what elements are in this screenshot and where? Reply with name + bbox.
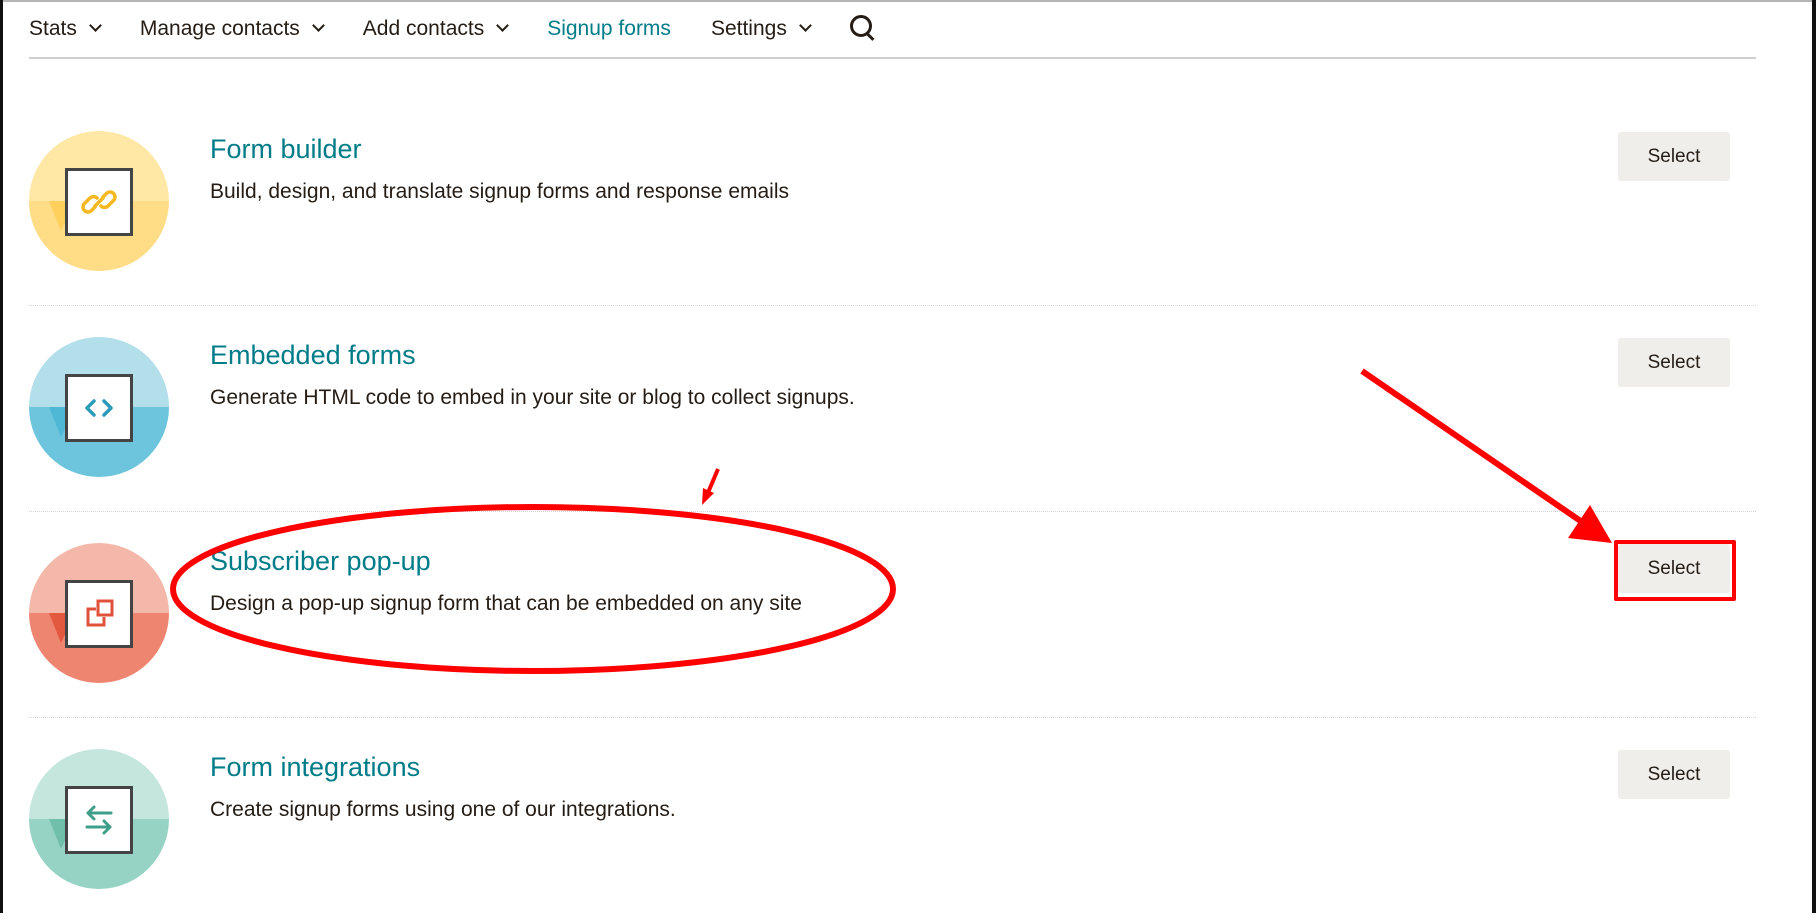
nav-item-label: Add contacts bbox=[362, 16, 485, 40]
nav-item-add-contacts[interactable]: Add contacts bbox=[362, 16, 510, 41]
nav-item-stats[interactable]: Stats bbox=[29, 16, 102, 41]
nav-item-label: Settings bbox=[710, 16, 787, 40]
top-navigation: Stats Manage contacts Add contacts Signu… bbox=[29, 0, 1756, 59]
nav-item-settings[interactable]: Settings bbox=[710, 16, 812, 41]
form-description: Build, design, and translate signup form… bbox=[210, 180, 789, 203]
embedded-forms-illustration bbox=[29, 337, 169, 477]
nav-item-label: Manage contacts bbox=[139, 16, 300, 40]
chevron-down-icon bbox=[496, 19, 510, 32]
select-button[interactable]: Select bbox=[1618, 544, 1730, 593]
nav-item-label: Stats bbox=[29, 16, 77, 40]
search-icon[interactable] bbox=[849, 14, 876, 41]
subscriber-popup-illustration bbox=[29, 543, 169, 683]
window-left-edge bbox=[0, 0, 3, 913]
chevron-down-icon bbox=[311, 19, 325, 32]
form-title[interactable]: Subscriber pop-up bbox=[210, 546, 431, 577]
popup-icon bbox=[65, 580, 133, 648]
nav-item-signup-forms[interactable]: Signup forms bbox=[547, 17, 671, 41]
form-option-form-integrations: Form integrations Create signup forms us… bbox=[29, 718, 1756, 923]
form-title[interactable]: Embedded forms bbox=[210, 340, 416, 371]
form-option-form-builder: Form builder Build, design, and translat… bbox=[29, 100, 1756, 306]
form-description: Create signup forms using one of our int… bbox=[210, 798, 676, 821]
chevron-down-icon bbox=[798, 19, 812, 32]
form-description: Design a pop-up signup form that can be … bbox=[210, 592, 802, 615]
form-option-subscriber-popup: Subscriber pop-up Design a pop-up signup… bbox=[29, 512, 1756, 718]
select-button[interactable]: Select bbox=[1618, 750, 1730, 799]
form-option-embedded-forms: Embedded forms Generate HTML code to emb… bbox=[29, 306, 1756, 512]
select-button[interactable]: Select bbox=[1618, 132, 1730, 181]
code-icon bbox=[65, 374, 133, 442]
link-icon bbox=[65, 168, 133, 236]
window-right-edge bbox=[1812, 0, 1816, 913]
nav-item-label: Signup forms bbox=[547, 16, 671, 40]
form-builder-illustration bbox=[29, 131, 169, 271]
form-title[interactable]: Form builder bbox=[210, 134, 362, 165]
swap-arrows-icon bbox=[65, 786, 133, 854]
form-title[interactable]: Form integrations bbox=[210, 752, 420, 783]
chevron-down-icon bbox=[88, 19, 102, 32]
search-icon-handle bbox=[865, 31, 875, 41]
form-integrations-illustration bbox=[29, 749, 169, 889]
form-description: Generate HTML code to embed in your site… bbox=[210, 386, 855, 409]
select-button[interactable]: Select bbox=[1618, 338, 1730, 387]
nav-item-manage-contacts[interactable]: Manage contacts bbox=[139, 16, 325, 41]
